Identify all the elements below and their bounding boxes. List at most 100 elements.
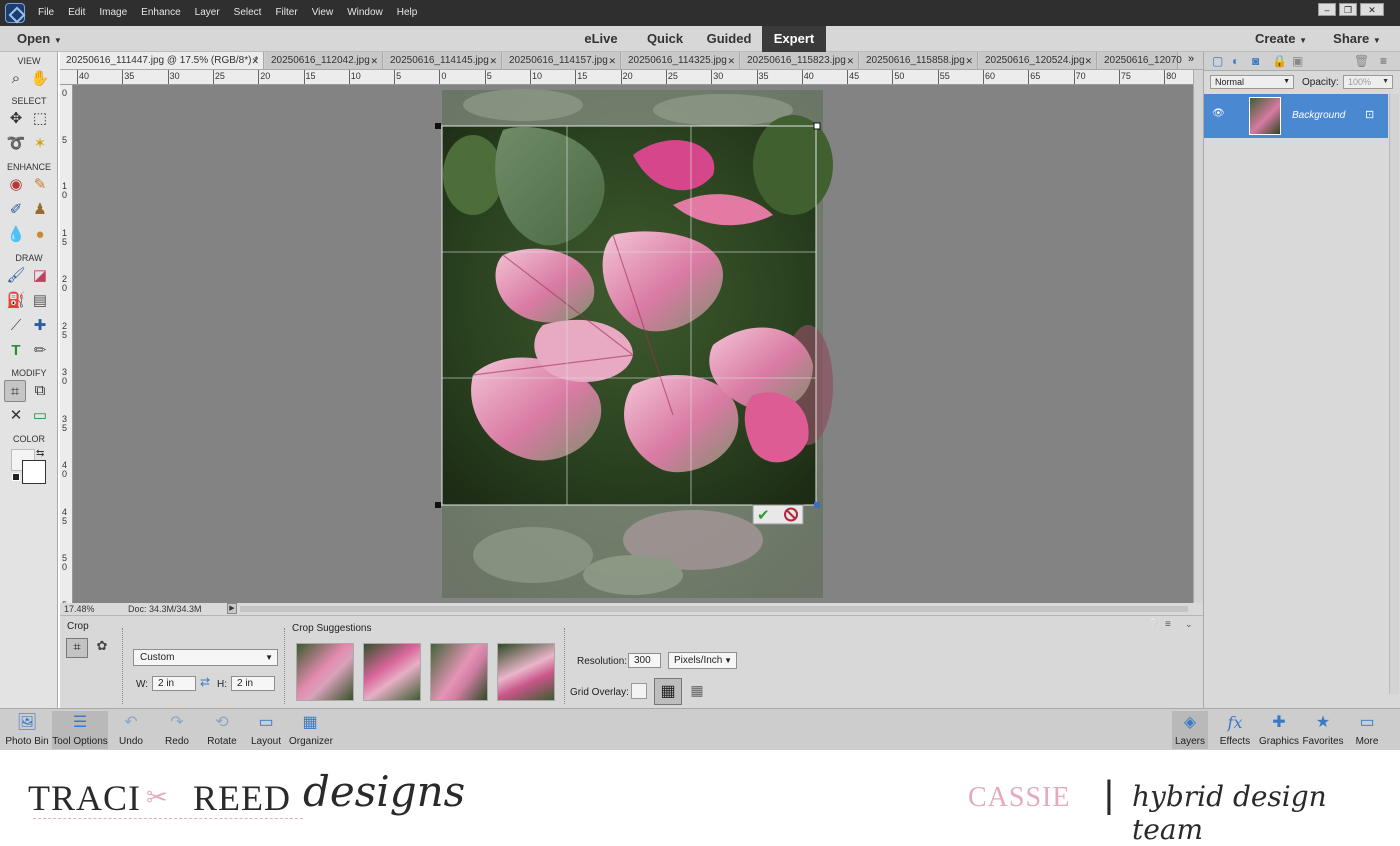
create-button[interactable]: Create ▼	[1248, 26, 1314, 52]
help-icon[interactable]: ❔	[1148, 619, 1160, 630]
tab-document[interactable]: 20250616_114145.jpg ✕	[384, 52, 502, 69]
commit-crop-icon[interactable]: ✔	[757, 506, 770, 524]
effects-button[interactable]: fx Effects	[1216, 713, 1254, 747]
tab-guided[interactable]: Guided	[700, 26, 758, 52]
undo-button[interactable]: ↶ Undo	[113, 713, 149, 747]
tab-document-active[interactable]: 20250616_111447.jpg @ 17.5% (RGB/8*) * ✕	[60, 52, 264, 69]
zoom-tool-icon[interactable]: ⌕	[5, 68, 27, 90]
tab-quick[interactable]: Quick	[640, 26, 690, 52]
swap-colors-icon[interactable]: ⇆	[36, 448, 44, 459]
vertical-scrollbar[interactable]	[1193, 70, 1203, 603]
pencil-tool-icon[interactable]: ✏	[29, 340, 51, 362]
resolution-unit-select[interactable]: Pixels/Inch ▼	[668, 652, 737, 669]
menu-select[interactable]: Select	[234, 7, 262, 18]
layer-mask-icon[interactable]: ◙	[1252, 54, 1259, 68]
restore-button[interactable]: ❐	[1339, 3, 1357, 16]
panel-menu-icon[interactable]: ≡	[1380, 54, 1387, 68]
tab-document[interactable]: 20250616_114325.jpg ✕	[622, 52, 740, 69]
crop-region[interactable]	[435, 115, 833, 508]
width-input[interactable]: 2 in	[152, 676, 196, 691]
eyedropper-icon[interactable]: ⟋	[5, 315, 27, 337]
menu-window[interactable]: Window	[347, 7, 383, 18]
rotate-button[interactable]: ⟲ Rotate	[203, 713, 241, 747]
open-button[interactable]: Open ▼	[8, 26, 70, 52]
grid-fine-icon[interactable]: ▦	[689, 682, 705, 699]
menu-edit[interactable]: Edit	[68, 7, 85, 18]
crop-handle-tr[interactable]	[813, 122, 821, 130]
background-color-swatch[interactable]	[22, 460, 46, 484]
adjustment-layer-icon[interactable]: ◐	[1232, 54, 1239, 68]
document-canvas[interactable]: ✔	[73, 85, 1193, 603]
move-tool-icon[interactable]: ✥	[5, 108, 27, 130]
smart-brush-icon[interactable]: ✐	[5, 199, 27, 221]
tool-options-button[interactable]: ☰ Tool Options	[52, 711, 108, 749]
layers-scrollbar[interactable]	[1389, 94, 1399, 694]
tab-elive[interactable]: eLive	[575, 26, 627, 52]
tabs-overflow-icon[interactable]: »	[1188, 53, 1194, 65]
more-button[interactable]: ▭ More	[1352, 713, 1382, 747]
new-layer-icon[interactable]: ▢	[1212, 54, 1223, 68]
favorites-button[interactable]: ★ Favorites	[1302, 713, 1344, 747]
horizontal-scrollbar[interactable]	[240, 606, 1188, 612]
crop-suggestion-thumb-4[interactable]	[497, 643, 555, 701]
visibility-eye-icon[interactable]: 👁	[1212, 108, 1225, 119]
status-menu-icon[interactable]: ▶	[227, 603, 237, 614]
crop-suggestion-thumb-3[interactable]	[430, 643, 488, 701]
spot-healing-icon[interactable]: ✎	[29, 174, 51, 196]
magic-wand-icon[interactable]: ✶	[29, 133, 51, 155]
red-eye-icon[interactable]: ◉	[5, 174, 27, 196]
gradient-tool-icon[interactable]: ▤	[29, 290, 51, 312]
close-icon[interactable]: ✕	[727, 52, 735, 69]
tab-document[interactable]: 20250616_114157.jpg ✕	[503, 52, 621, 69]
marquee-tool-icon[interactable]: ⬚	[29, 108, 51, 130]
brush-tool-icon[interactable]: 🖌	[5, 265, 27, 287]
collapse-panel-icon[interactable]: ⌄	[1185, 619, 1193, 630]
close-icon[interactable]: ✕	[1084, 52, 1092, 69]
crop-tool-icon[interactable]: ⌗	[4, 380, 26, 402]
trash-icon[interactable]: 🗑	[1354, 54, 1369, 68]
close-icon[interactable]: ✕	[489, 52, 497, 69]
tab-document[interactable]: 20250616_115858.jpg ✕	[860, 52, 978, 69]
share-button[interactable]: Share ▼	[1322, 26, 1392, 52]
tab-expert[interactable]: Expert	[762, 26, 826, 52]
paint-bucket-icon[interactable]: ⛽	[5, 290, 27, 312]
resolution-input[interactable]: 300	[628, 653, 661, 668]
recompose-tool-icon[interactable]: ⧉	[29, 380, 51, 402]
custom-shape-icon[interactable]: ✚	[29, 315, 51, 337]
options-menu-icon[interactable]: ≡	[1165, 619, 1171, 630]
redo-button[interactable]: ↷ Redo	[159, 713, 195, 747]
sponge-tool-icon[interactable]: ●	[29, 224, 51, 246]
lock-all-icon[interactable]: ▣	[1292, 54, 1303, 68]
organizer-button[interactable]: ▦ Organizer	[289, 713, 333, 747]
blur-tool-icon[interactable]: 💧	[5, 224, 27, 246]
crop-handle-bl[interactable]	[435, 502, 441, 508]
swap-dimensions-icon[interactable]: ⇄	[200, 675, 210, 689]
tab-document[interactable]: 20250616_115823.jpg ✕	[741, 52, 859, 69]
close-icon[interactable]: ✕	[965, 52, 973, 69]
opacity-input[interactable]: 100% ▼	[1343, 75, 1393, 89]
menu-layer[interactable]: Layer	[195, 7, 220, 18]
close-icon[interactable]: ✕	[251, 52, 259, 69]
grid-none-icon[interactable]	[631, 683, 647, 699]
close-icon[interactable]: ✕	[370, 52, 378, 69]
crop-preset-select[interactable]: Custom ▼	[133, 649, 278, 666]
close-window-button[interactable]: ✕	[1360, 3, 1384, 16]
crop-mode-icon[interactable]: ⌗	[66, 638, 88, 658]
eraser-tool-icon[interactable]: ◪	[29, 265, 51, 287]
graphics-button[interactable]: ✚ Graphics	[1258, 713, 1300, 747]
cookie-cutter-icon[interactable]: ✿	[93, 638, 111, 658]
photo-bin-button[interactable]: 🖼 Photo Bin	[4, 713, 50, 747]
straighten-tool-icon[interactable]: ▭	[29, 405, 51, 427]
tab-document[interactable]: 20250616_112042.jpg ✕	[265, 52, 383, 69]
minimize-button[interactable]: –	[1318, 3, 1336, 16]
blend-mode-select[interactable]: Normal ▼	[1210, 75, 1294, 89]
layout-button[interactable]: ▭ Layout	[248, 713, 284, 747]
menu-image[interactable]: Image	[99, 7, 127, 18]
height-input[interactable]: 2 in	[231, 676, 275, 691]
lock-icon[interactable]: 🔒	[1272, 54, 1287, 68]
menu-file[interactable]: File	[38, 7, 54, 18]
menu-help[interactable]: Help	[397, 7, 418, 18]
tab-document[interactable]: 20250616_120524.jpg ✕	[979, 52, 1097, 69]
lasso-tool-icon[interactable]: ➰	[5, 133, 27, 155]
crop-suggestion-thumb-2[interactable]	[363, 643, 421, 701]
